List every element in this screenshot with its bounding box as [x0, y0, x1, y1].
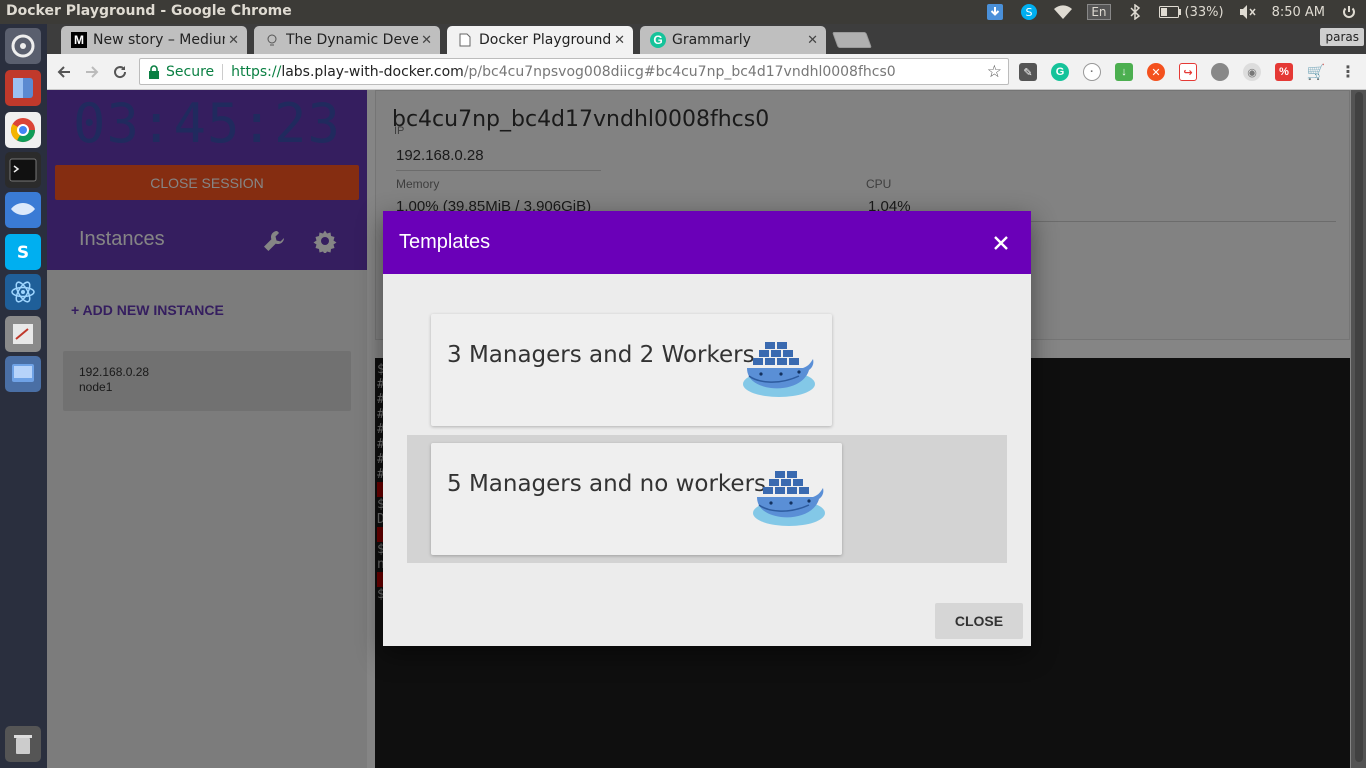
battery-icon — [1158, 6, 1181, 18]
extension-download-icon[interactable]: ↓ — [1115, 63, 1133, 81]
close-icon[interactable] — [991, 233, 1011, 253]
close-tab-icon[interactable]: ✕ — [421, 32, 432, 48]
grammarly-favicon-icon: G — [650, 32, 666, 48]
extension-red-icon[interactable]: % — [1275, 63, 1293, 81]
system-tray: S En (33%) 8:50 AM — [978, 0, 1366, 24]
keyboard-layout-indicator[interactable]: En — [1080, 0, 1117, 24]
bookmark-star-icon[interactable]: ☆ — [987, 62, 1002, 82]
template-5-managers-no-workers[interactable]: 5 Managers and no workers — [431, 443, 842, 555]
close-button[interactable]: CLOSE — [935, 603, 1023, 639]
text-editor-icon[interactable] — [5, 316, 41, 352]
trash-icon[interactable] — [5, 726, 41, 762]
session-menu-icon[interactable] — [1332, 0, 1366, 24]
clock[interactable]: 8:50 AM — [1265, 0, 1332, 24]
extension-ghost-icon[interactable]: ◉ — [1243, 63, 1261, 81]
template-row: 3 Managers and 2 Workers — [407, 311, 1007, 431]
extension-pen-icon[interactable]: ✎ — [1019, 63, 1037, 81]
back-arrow-icon — [57, 66, 70, 78]
extension-circle-icon[interactable]: · — [1083, 63, 1101, 81]
close-tab-icon[interactable]: ✕ — [228, 32, 239, 48]
tab-grammarly[interactable]: G Grammarly ✕ — [640, 26, 826, 54]
url-host: labs.play-with-docker.com — [281, 63, 464, 80]
files-icon[interactable] — [5, 70, 41, 106]
browser-window: M New story – Medium ✕ The Dynamic Devel… — [47, 24, 1366, 768]
bluetooth-icon[interactable] — [1118, 0, 1152, 24]
url-scheme: https:// — [231, 63, 282, 80]
docker-whale-icon — [749, 465, 827, 527]
url-path: /p/bc4cu7npsvog008diicg#bc4cu7np_bc4d17v… — [463, 63, 896, 80]
page-viewport: 03:45:23 CLOSE SESSION Instances + ADD N… — [47, 90, 1366, 768]
template-3-managers-2-workers[interactable]: 3 Managers and 2 Workers — [431, 314, 832, 426]
secure-label: Secure — [166, 63, 215, 80]
reload-button[interactable] — [109, 61, 131, 83]
wifi-icon[interactable] — [1046, 0, 1080, 24]
browser-toolbar: Secure https://labs.play-with-docker.com… — [47, 54, 1366, 90]
template-label: 3 Managers and 2 Workers — [447, 342, 755, 368]
skype-tray-icon[interactable]: S — [1012, 0, 1046, 24]
download-indicator-icon[interactable] — [978, 0, 1012, 24]
medium-favicon-icon: M — [71, 32, 87, 48]
forward-button[interactable] — [81, 61, 103, 83]
svg-text:S: S — [17, 243, 29, 263]
svg-text:S: S — [1026, 6, 1033, 19]
address-bar[interactable]: Secure https://labs.play-with-docker.com… — [139, 58, 1009, 85]
templates-dialog: Templates 3 Managers and 2 Workers 5 Man… — [383, 211, 1031, 646]
shutter-icon[interactable] — [5, 192, 41, 228]
extension-cart-icon[interactable]: 🛒 — [1307, 63, 1326, 81]
skype-icon[interactable]: S — [5, 234, 41, 270]
close-tab-icon[interactable]: ✕ — [614, 32, 625, 48]
new-tab-button[interactable] — [832, 32, 872, 48]
tab-docker-playground[interactable]: Docker Playground ✕ — [447, 26, 633, 54]
close-tab-icon[interactable]: ✕ — [807, 32, 818, 48]
virtualbox-icon[interactable] — [5, 356, 41, 392]
extension-share-icon[interactable]: ↪ — [1179, 63, 1197, 81]
dialog-title: Templates — [399, 231, 491, 253]
back-button[interactable] — [53, 61, 75, 83]
docker-whale-icon — [739, 336, 817, 398]
template-label: 5 Managers and no workers — [447, 471, 767, 497]
volume-muted-icon[interactable] — [1231, 0, 1265, 24]
window-title: Docker Playground - Google Chrome — [6, 3, 292, 19]
template-row-selected: 5 Managers and no workers — [407, 435, 1007, 563]
tab-strip: M New story – Medium ✕ The Dynamic Devel… — [47, 24, 1366, 54]
forward-arrow-icon — [86, 66, 99, 78]
extension-orange-icon[interactable]: ✕ — [1147, 63, 1165, 81]
terminal-icon[interactable] — [5, 152, 41, 188]
reload-icon — [114, 66, 127, 79]
top-panel: Docker Playground - Google Chrome S En (… — [0, 0, 1366, 24]
chrome-icon[interactable] — [5, 112, 41, 148]
lightbulb-favicon-icon — [264, 32, 280, 48]
atom-icon[interactable] — [5, 274, 41, 310]
lock-icon — [148, 64, 160, 79]
extension-grammarly-icon[interactable]: G — [1051, 63, 1069, 81]
tab-medium[interactable]: M New story – Medium ✕ — [61, 26, 247, 54]
tab-dynamic-developer[interactable]: The Dynamic Developer ✕ — [254, 26, 440, 54]
dialog-header: Templates — [383, 211, 1031, 274]
dash-icon[interactable] — [5, 28, 41, 64]
battery-percent: (33%) — [1184, 4, 1224, 20]
battery-indicator[interactable]: (33%) — [1152, 0, 1231, 24]
launcher: S — [0, 24, 47, 768]
profile-button[interactable]: paras — [1320, 28, 1364, 46]
extension-grey-icon[interactable] — [1211, 63, 1229, 81]
document-favicon-icon — [457, 32, 473, 48]
chrome-menu-icon[interactable]: ⋮ — [1339, 63, 1357, 81]
